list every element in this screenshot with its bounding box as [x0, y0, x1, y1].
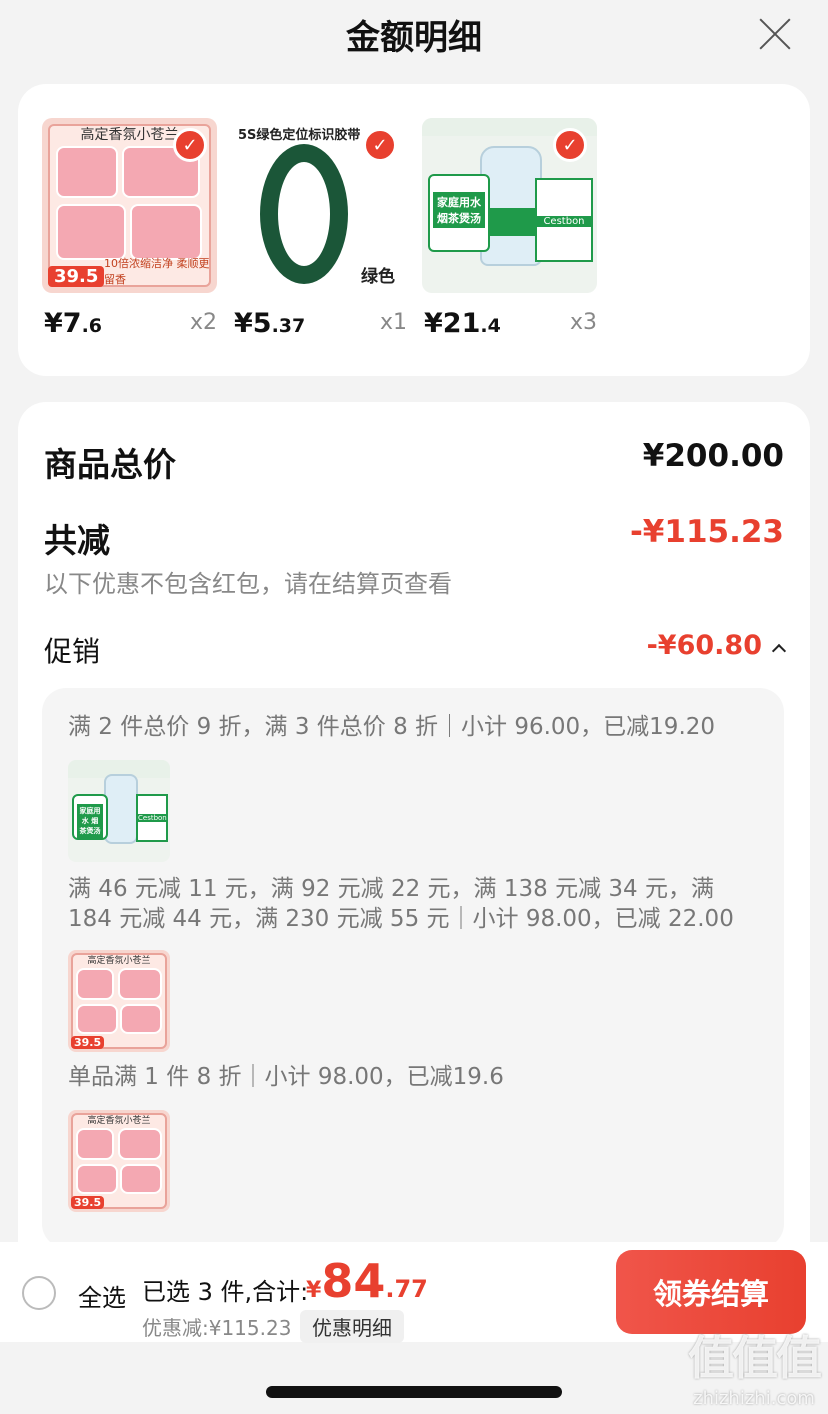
page-title: 金额明细	[346, 18, 482, 58]
total-amount: ¥84.77	[306, 1254, 428, 1308]
product-qty: x3	[569, 310, 597, 335]
watermark-url: zhizhizhi.com	[693, 1388, 815, 1409]
tape-ring	[260, 144, 348, 284]
promo-product-thumbnail[interactable]: 高定香氛小苍兰 39.5	[68, 1110, 170, 1212]
promo-line: 满 46 元减 11 元，满 92 元减 22 元，满 138 元减 34 元，…	[68, 876, 734, 932]
home-indicator	[266, 1386, 562, 1398]
total-label: 商品总价	[44, 445, 176, 484]
checkmark-icon[interactable]: ✓	[363, 128, 397, 162]
promo-product-thumbnail[interactable]: 家庭用水 烟茶煲汤 Cestbon	[68, 760, 170, 862]
product-qty: x1	[379, 310, 407, 335]
header: 金额明细	[0, 0, 828, 70]
product-item[interactable]: 家庭用水 烟茶煲汤 Cestbon ✓ ¥21.4 x3	[422, 118, 597, 339]
promo-value: -¥60.80	[647, 630, 787, 661]
reduce-row: 共减 -¥115.23	[44, 514, 784, 562]
product-item[interactable]: 高定香氛小苍兰 39.5 10倍浓缩洁净 柔顺更留香 ✓ ¥7.6 x2	[42, 118, 217, 339]
reduce-label: 共减	[44, 521, 110, 560]
product-price: ¥5.37	[234, 308, 306, 339]
promo-line: 满 2 件总价 9 折，满 3 件总价 8 折｜小计 96.00，已减19.20	[68, 714, 716, 740]
checkmark-icon[interactable]: ✓	[173, 128, 207, 162]
watermark: 值值值 zhizhizhi.com	[688, 1322, 822, 1409]
select-all-radio[interactable]	[22, 1276, 56, 1310]
reduce-value: -¥115.23	[629, 514, 784, 550]
select-all-label[interactable]: 全选	[78, 1278, 126, 1313]
product-thumbnail: 高定香氛小苍兰 39.5 10倍浓缩洁净 柔顺更留香 ✓	[42, 118, 217, 293]
promo-detail-panel: 满 2 件总价 9 折，满 3 件总价 8 折｜小计 96.00，已减19.20…	[42, 688, 784, 1248]
total-row: 商品总价 ¥200.00	[44, 438, 784, 486]
promo-label: 促销	[44, 635, 101, 668]
checkmark-icon[interactable]: ✓	[553, 128, 587, 162]
summary-card: 商品总价 ¥200.00 共减 -¥115.23 以下优惠不包含红包，请在结算页…	[18, 402, 810, 1302]
thumb-label-text: 5S绿色定位标识胶带	[238, 128, 361, 143]
thumb-crate: Cestbon	[535, 178, 593, 262]
watermark-logo: 值值值	[688, 1331, 822, 1385]
thumb-price-tag: 39.5	[48, 266, 105, 287]
product-card: 高定香氛小苍兰 39.5 10倍浓缩洁净 柔顺更留香 ✓ ¥7.6 x2 5S绿…	[18, 84, 810, 376]
product-price: ¥7.6	[44, 308, 103, 339]
discount-detail-button[interactable]: 优惠明细	[300, 1310, 404, 1343]
thumb-foot-text: 10倍浓缩洁净 柔顺更留香	[104, 257, 210, 286]
total-value: ¥200.00	[642, 438, 784, 474]
close-icon[interactable]	[758, 16, 792, 50]
promo-row[interactable]: 促销 -¥60.80	[44, 630, 787, 670]
product-thumbnail: 5S绿色定位标识胶带 绿色 ✓	[232, 118, 407, 293]
product-price: ¥21.4	[424, 308, 501, 339]
promo-line: 单品满 1 件 8 折｜小计 98.00，已减19.6	[68, 1064, 504, 1090]
reduce-note: 以下优惠不包含红包，请在结算页查看	[44, 570, 452, 598]
product-qty: x2	[189, 310, 217, 335]
product-item[interactable]: 5S绿色定位标识胶带 绿色 ✓ ¥5.37 x1	[232, 118, 407, 339]
discount-text: 优惠减:¥115.23	[142, 1316, 292, 1340]
promo-product-thumbnail[interactable]: 高定香氛小苍兰 39.5	[68, 950, 170, 1052]
thumb-color-text: 绿色	[361, 267, 395, 287]
selected-info: 已选 3 件,合计:	[142, 1278, 309, 1306]
chevron-up-icon[interactable]	[771, 643, 787, 659]
product-thumbnail: 家庭用水 烟茶煲汤 Cestbon ✓	[422, 118, 597, 293]
thumb-sign: 家庭用水 烟茶煲汤	[428, 174, 490, 252]
